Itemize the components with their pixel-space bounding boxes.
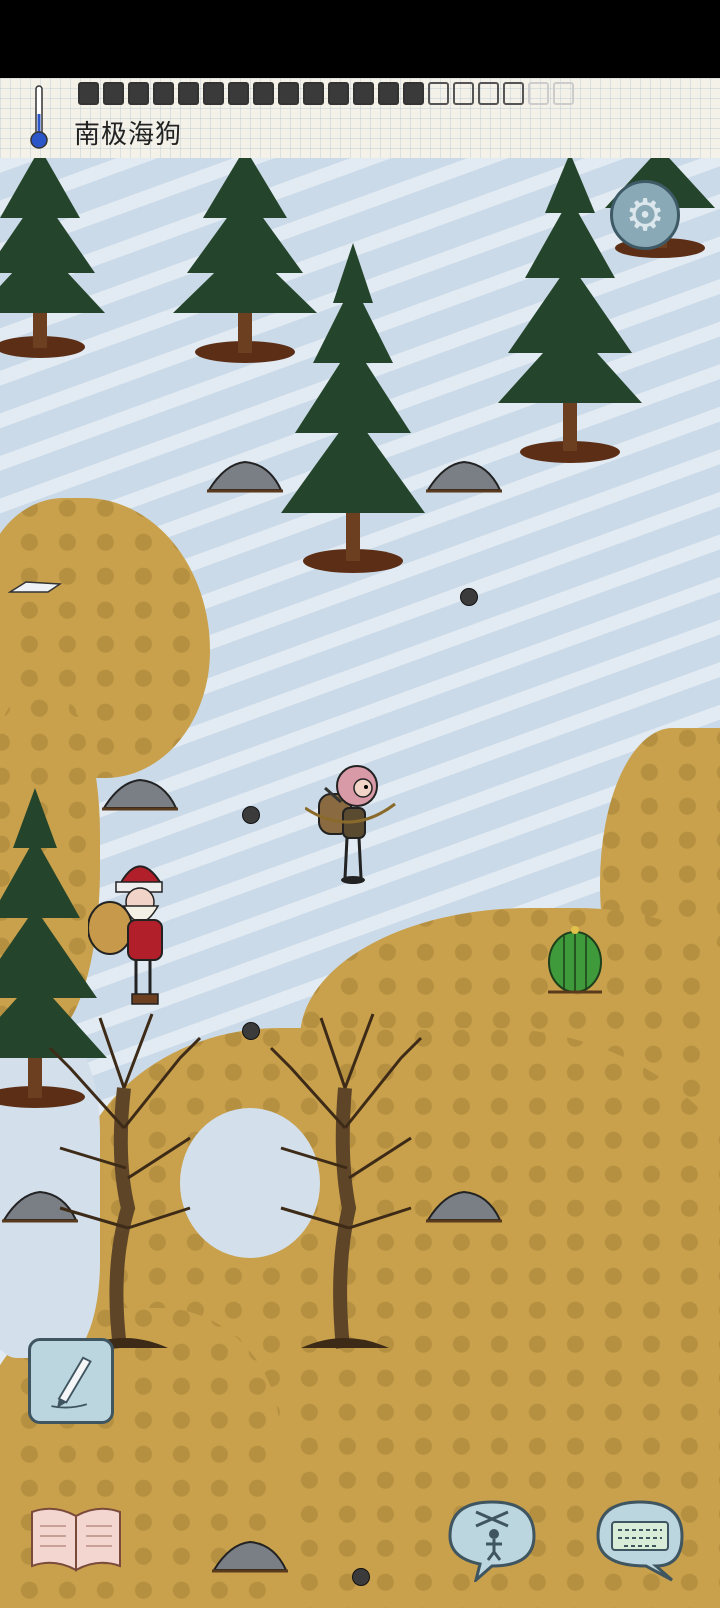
chat-button[interactable] [588, 1496, 692, 1582]
rock[interactable] [100, 776, 180, 812]
food-pip [328, 82, 349, 105]
ice-shard[interactable] [8, 578, 64, 598]
round-stone[interactable] [352, 1568, 370, 1586]
food-pip [103, 82, 124, 105]
pencil-icon [51, 1356, 92, 1409]
round-stone[interactable] [460, 588, 478, 606]
hud-header: 南极海狗 [0, 78, 720, 160]
food-pip [178, 82, 199, 105]
santa-npc[interactable] [88, 848, 183, 1018]
food-pip [228, 82, 249, 105]
food-pip [403, 82, 424, 105]
player-character[interactable] [305, 758, 405, 908]
biome-name: 南极海狗 [74, 119, 183, 149]
food-meter [78, 82, 574, 106]
food-pip [553, 82, 574, 105]
rock[interactable] [424, 1188, 504, 1224]
book-icon [31, 1507, 121, 1572]
rock[interactable] [210, 1538, 290, 1574]
food-pip [203, 82, 224, 105]
food-pip [78, 82, 99, 105]
journal-button[interactable] [28, 1504, 124, 1574]
keyboard-icon [611, 1521, 669, 1551]
rock[interactable] [205, 458, 285, 494]
rock[interactable] [424, 458, 504, 494]
food-pip [503, 82, 524, 105]
food-pip [353, 82, 374, 105]
emote-button[interactable] [440, 1496, 544, 1582]
dead-tree [48, 1013, 202, 1349]
dead-tree [269, 1013, 423, 1349]
food-pip [153, 82, 174, 105]
status-bar [0, 0, 720, 78]
gear-icon: ⚙ [625, 190, 665, 240]
food-pip [128, 82, 149, 105]
settings-button[interactable]: ⚙ [610, 180, 680, 250]
thermometer-icon [30, 85, 48, 149]
write-button[interactable] [28, 1338, 114, 1424]
food-pip [453, 82, 474, 105]
food-pip [378, 82, 399, 105]
food-pip [528, 82, 549, 105]
food-pip [253, 82, 274, 105]
cactus[interactable] [540, 918, 610, 998]
food-pip [278, 82, 299, 105]
pine-tree [0, 158, 110, 358]
pine-tree [278, 243, 428, 573]
food-pip [428, 82, 449, 105]
food-pip [478, 82, 499, 105]
food-pip [303, 82, 324, 105]
round-stone[interactable] [242, 806, 260, 824]
